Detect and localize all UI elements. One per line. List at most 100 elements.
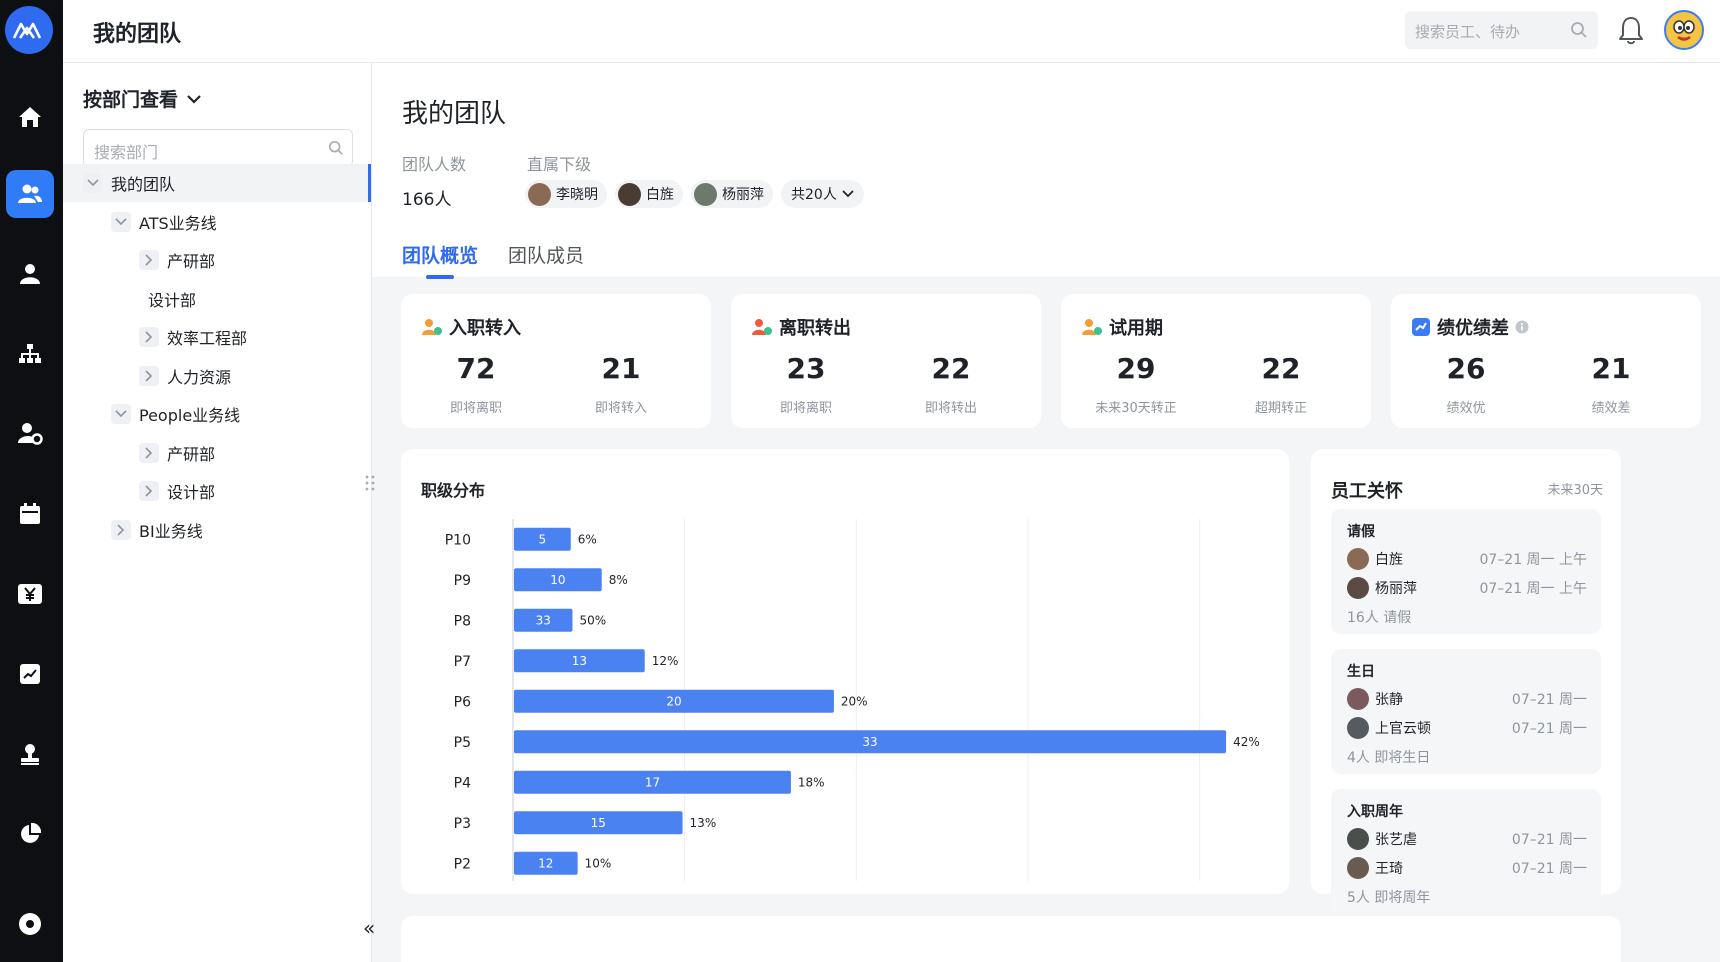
bar-value-label: 33 bbox=[536, 613, 551, 627]
bar-percent-label: 50% bbox=[579, 613, 606, 627]
care-name: 张静 bbox=[1375, 692, 1403, 708]
tree-item[interactable]: 人力资源 bbox=[63, 357, 371, 395]
care-name: 杨丽萍 bbox=[1375, 581, 1417, 597]
care-row[interactable]: 杨丽萍 07–21 周一 上午 bbox=[1347, 576, 1587, 600]
report-chip[interactable]: 白旌 bbox=[615, 180, 683, 208]
care-name: 王琦 bbox=[1375, 861, 1403, 877]
tree-item[interactable]: 设计部 bbox=[63, 472, 371, 510]
department-panel: 按部门查看 搜索部门 我的团队 ATS业务线 产研部 设计部 效率工程部 人力资源 Peop… bbox=[63, 63, 375, 962]
stat-value: 22 bbox=[1261, 352, 1301, 385]
chevron-right-icon[interactable] bbox=[111, 519, 131, 540]
chevron-down-icon[interactable] bbox=[83, 173, 103, 193]
care-row[interactable]: 王琦 07–21 周一 bbox=[1347, 856, 1587, 880]
chevron-right-icon[interactable] bbox=[139, 481, 159, 501]
report-chip[interactable]: 杨丽萍 bbox=[691, 180, 773, 208]
stat-title-row: 入职转入 bbox=[421, 314, 521, 340]
app-title: 我的团队 bbox=[93, 22, 182, 47]
nav-settings[interactable] bbox=[6, 900, 54, 948]
avatar bbox=[1347, 717, 1369, 739]
nav-report[interactable] bbox=[6, 650, 54, 698]
nav-home[interactable] bbox=[6, 93, 54, 141]
app-logo[interactable] bbox=[5, 6, 53, 54]
department-search-input[interactable]: 搜索部门 bbox=[83, 129, 353, 167]
nav-person-settings[interactable] bbox=[6, 410, 54, 458]
stat-card[interactable]: 入职转入 72 即将离职 21 即将转入 bbox=[401, 294, 711, 428]
nav-calendar[interactable] bbox=[6, 490, 54, 538]
care-block[interactable]: 生日 张静 07–21 周一 上官云顿 07–21 周一 4人 即将生日 bbox=[1331, 649, 1601, 774]
care-range[interactable]: 未来30天 bbox=[1547, 479, 1603, 498]
y-tick-label: P7 bbox=[454, 654, 471, 670]
direct-reports-label: 直属下级 bbox=[527, 155, 592, 174]
stat-label: 绩效差 bbox=[1591, 401, 1631, 416]
tab-members[interactable]: 团队成员 bbox=[508, 241, 584, 277]
bar-value-label: 33 bbox=[862, 735, 877, 749]
tree-item[interactable]: 设计部 bbox=[63, 280, 371, 318]
nav-person[interactable] bbox=[6, 250, 54, 298]
bar-percent-label: 20% bbox=[841, 694, 868, 708]
view-by-department-dropdown[interactable]: 按部门查看 bbox=[83, 85, 202, 112]
global-search-input[interactable]: 搜索员工、待办 bbox=[1405, 11, 1598, 49]
nav-org[interactable] bbox=[6, 330, 54, 378]
care-row[interactable]: 张静 07–21 周一 bbox=[1347, 687, 1587, 711]
care-block[interactable]: 请假 白旌 07–21 周一 上午 杨丽萍 07–21 周一 上午 16人 请假 bbox=[1331, 509, 1601, 634]
chevron-down-icon[interactable] bbox=[111, 404, 131, 424]
care-block[interactable]: 入职周年 张艺虐 07–21 周一 王琦 07–21 周一 5人 即将周年 bbox=[1331, 789, 1601, 914]
tree-item-label: People业务线 bbox=[139, 406, 241, 425]
stat-label: 绩效优 bbox=[1446, 401, 1486, 416]
tab-overview[interactable]: 团队概览 bbox=[402, 241, 478, 279]
report-name: 白旌 bbox=[646, 187, 674, 203]
global-search-placeholder: 搜索员工、待办 bbox=[1415, 23, 1521, 41]
stat-value: 21 bbox=[1591, 352, 1631, 385]
nav-team[interactable] bbox=[6, 170, 54, 218]
stamp-icon bbox=[21, 744, 39, 765]
bar-percent-label: 8% bbox=[609, 573, 628, 587]
tree-item-label: 设计部 bbox=[167, 483, 216, 502]
bar-value-label: 13 bbox=[572, 654, 587, 668]
tree-item[interactable]: ATS业务线 bbox=[63, 203, 371, 241]
bell-icon[interactable] bbox=[1618, 15, 1644, 45]
bar-percent-label: 6% bbox=[578, 532, 597, 546]
care-row[interactable]: 张艺虐 07–21 周一 bbox=[1347, 827, 1587, 851]
chevron-right-icon[interactable] bbox=[139, 327, 159, 347]
tree-item-label: 产研部 bbox=[167, 252, 216, 271]
care-block-title: 入职周年 bbox=[1347, 804, 1403, 820]
tree-item[interactable]: 产研部 bbox=[63, 241, 371, 279]
tree-item[interactable]: 我的团队 bbox=[63, 164, 371, 202]
reports-more-dropdown[interactable]: 共20人 bbox=[781, 180, 864, 208]
report-chip[interactable]: 李晓明 bbox=[525, 180, 607, 208]
top-bar: 我的团队 搜索员工、待办 bbox=[63, 0, 1720, 63]
chevron-right-icon[interactable] bbox=[139, 365, 159, 386]
avatar bbox=[1347, 828, 1369, 850]
stat-value: 22 bbox=[931, 352, 971, 385]
care-date: 07–21 周一 bbox=[1511, 692, 1587, 708]
nav-approval[interactable] bbox=[6, 730, 54, 778]
tree-item[interactable]: BI业务线 bbox=[63, 511, 371, 549]
chevron-right-icon[interactable] bbox=[139, 442, 159, 463]
tab-bar: 团队概览 团队成员 bbox=[402, 241, 584, 279]
nav-analytics[interactable] bbox=[6, 810, 54, 858]
stat-value: 21 bbox=[601, 352, 641, 385]
nav-salary[interactable] bbox=[6, 570, 54, 618]
stat-card[interactable]: 试用期 29 未来30天转正 22 超期转正 bbox=[1061, 294, 1371, 428]
pie-chart-icon bbox=[21, 822, 42, 843]
info-icon[interactable] bbox=[1515, 320, 1529, 334]
stat-card[interactable]: 离职转出 23 即将离职 22 即将转出 bbox=[731, 294, 1041, 428]
chevron-right-icon[interactable] bbox=[139, 250, 159, 270]
bar-value-label: 10 bbox=[550, 573, 565, 587]
stat-card[interactable]: 绩优绩差 26 绩效优 21 绩效差 bbox=[1391, 294, 1701, 428]
user-avatar[interactable] bbox=[1664, 10, 1704, 50]
care-block-footer: 16人 请假 bbox=[1347, 610, 1412, 626]
tree-item-label: 设计部 bbox=[148, 290, 197, 310]
tree-item[interactable]: 效率工程部 bbox=[63, 318, 371, 356]
stat-label: 即将离职 bbox=[779, 401, 832, 416]
person-icon bbox=[20, 264, 40, 284]
care-block-footer: 4人 即将生日 bbox=[1347, 750, 1431, 766]
tree-item[interactable]: 产研部 bbox=[63, 434, 371, 472]
care-row[interactable]: 白旌 07–21 周一 上午 bbox=[1347, 547, 1587, 571]
care-row[interactable]: 上官云顿 07–21 周一 bbox=[1347, 716, 1587, 740]
page-title: 我的团队 bbox=[402, 99, 507, 129]
care-date: 07–21 周一 bbox=[1511, 861, 1587, 877]
team-size-value: 166人 bbox=[402, 190, 452, 210]
tree-item[interactable]: People业务线 bbox=[63, 395, 371, 433]
chevron-down-icon[interactable] bbox=[111, 211, 131, 232]
